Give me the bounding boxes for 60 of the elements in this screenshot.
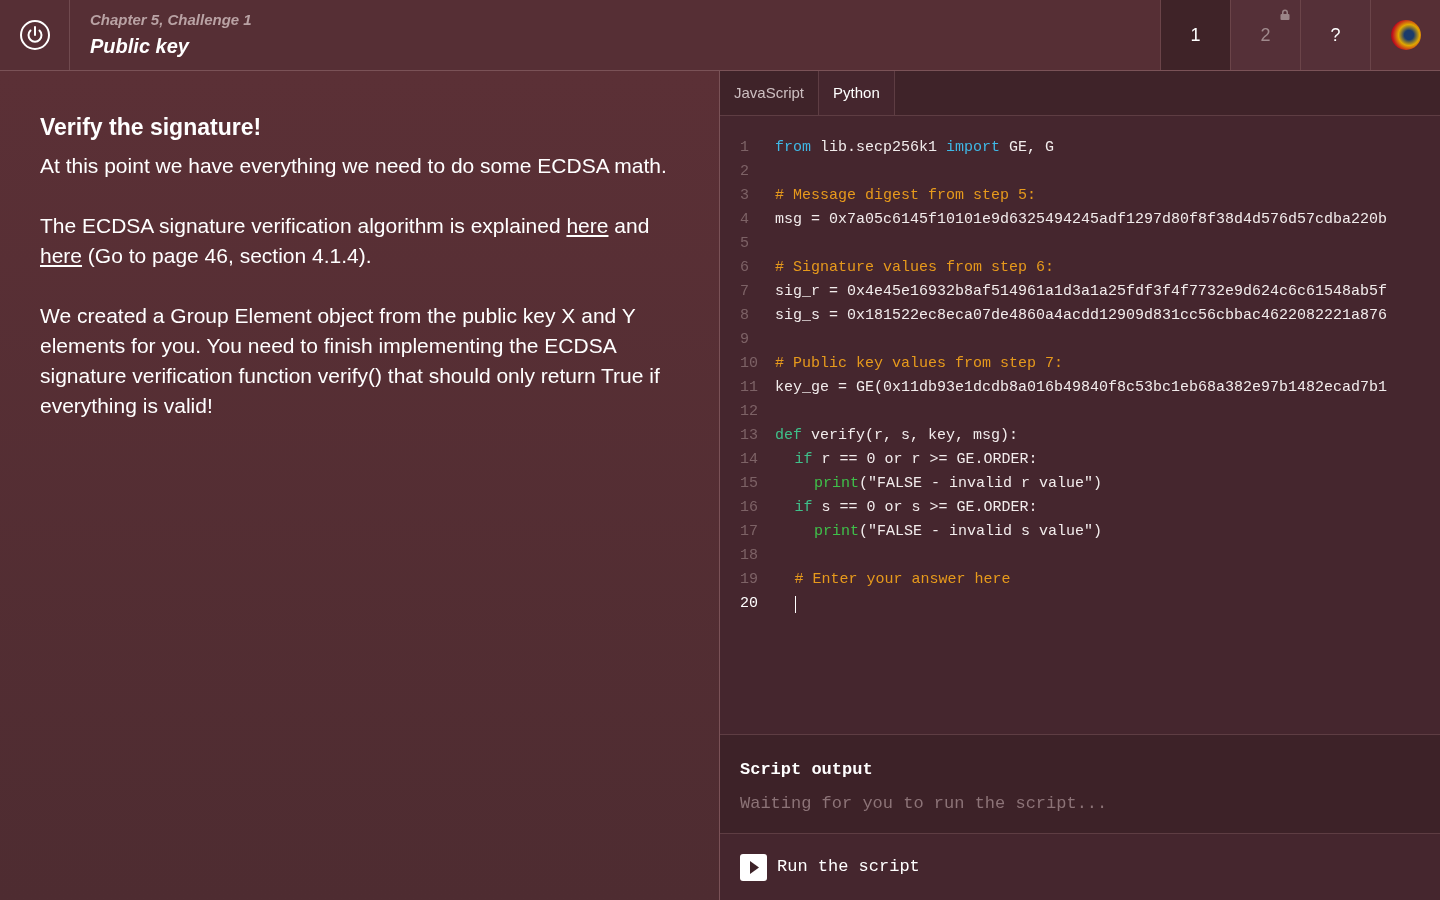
code-token: r == 0 or r >= GE.ORDER: (820, 449, 1038, 470)
text-cursor (794, 595, 796, 613)
code-token: # Enter your answer here (794, 569, 1011, 590)
code-token: sig_r = 0x4e45e16932b8af514961a1d3a1a25fdf3f4f7732e9d624c6c61548ab5f (775, 281, 1388, 302)
line-number: 3 (739, 185, 750, 206)
lesson-paragraph: We created a Group Element object from the public key X and Y elements for you. You need to finish implementing the ECDSA signature verification function verify() that should only return True if everything is valid! (40, 303, 661, 419)
code-token: sig_s = 0x181522ec8eca07de4860a4acdd12909d831cc56cbbac4622082221a876 (775, 305, 1388, 326)
code-token: ("FALSE - invalid s value") (859, 521, 1103, 542)
line-number: 17 (739, 521, 759, 542)
output-message: Waiting for you to run the script... (740, 792, 1109, 815)
code-token: from (775, 137, 811, 158)
code-token: key_ge = GE(0x11db93e1dcdb8a016b49840f8c53bc1eb68a382e97b1482ecad7b1 (775, 377, 1388, 398)
chapter-label: Chapter 5, Challenge 1 (90, 9, 253, 30)
line-number: 8 (739, 305, 750, 326)
code-token: s == 0 or s >= GE.ORDER: (820, 497, 1038, 518)
code-token: if (794, 449, 813, 470)
code-token: msg = 0x7a05c6145f10101e9d6325494245adf1297d80f8f38d4d576d57cdba220b (775, 209, 1388, 230)
language-tab[interactable]: Python (819, 71, 895, 115)
lock-icon (1280, 9, 1290, 20)
power-icon (18, 19, 51, 51)
line-number: 7 (739, 281, 750, 302)
code-token: GE, G (1008, 137, 1055, 158)
line-number: 16 (739, 497, 759, 518)
code-token: # Signature values from step 6: (775, 257, 1055, 278)
code-token: # Public key values from step 7: (775, 353, 1064, 374)
code-token: verify(r, s, key, msg): (810, 425, 1019, 446)
line-number: 13 (739, 425, 759, 446)
play-icon (740, 853, 767, 881)
here-link[interactable]: here (566, 214, 609, 237)
lesson-heading: Verify the signature! (40, 113, 263, 142)
lesson-paragraph: The ECDSA signature verification algorithm is explained here and here (Go to page 46, section 4.1.4). (40, 213, 651, 269)
code-token: lib.secp256k1 (819, 137, 939, 158)
line-number: 5 (739, 233, 750, 254)
lesson-paragraph: At this point we have everything we need to do some ECDSA math. (40, 153, 668, 179)
code-token: print (814, 521, 859, 542)
line-number: 1 (739, 137, 750, 158)
line-number: 19 (739, 569, 759, 590)
here-link[interactable]: here (40, 244, 83, 267)
code-token: import (946, 137, 1001, 158)
code-token: if (794, 497, 813, 518)
line-number: 6 (739, 257, 750, 278)
line-number: 9 (739, 329, 750, 350)
line-number: 14 (739, 449, 759, 470)
code-token: ("FALSE - invalid r value") (859, 473, 1103, 494)
step-tab[interactable]: 1 (1160, 0, 1230, 70)
avatar[interactable] (1390, 20, 1421, 50)
line-number: 20 (739, 593, 759, 614)
line-number: 4 (739, 209, 750, 230)
line-number: 18 (739, 545, 759, 566)
line-number: 10 (739, 353, 759, 374)
run-button[interactable]: Run the script (740, 853, 920, 881)
line-number: 15 (739, 473, 759, 494)
line-number: 2 (739, 161, 750, 182)
output-title: Script output (740, 759, 874, 781)
line-number: 11 (739, 377, 759, 398)
code-token: def (775, 425, 802, 446)
code-token: # Message digest from step 5: (775, 185, 1037, 206)
code-token: print (814, 473, 859, 494)
line-number: 12 (739, 401, 759, 422)
page-title: Public key (90, 34, 191, 60)
